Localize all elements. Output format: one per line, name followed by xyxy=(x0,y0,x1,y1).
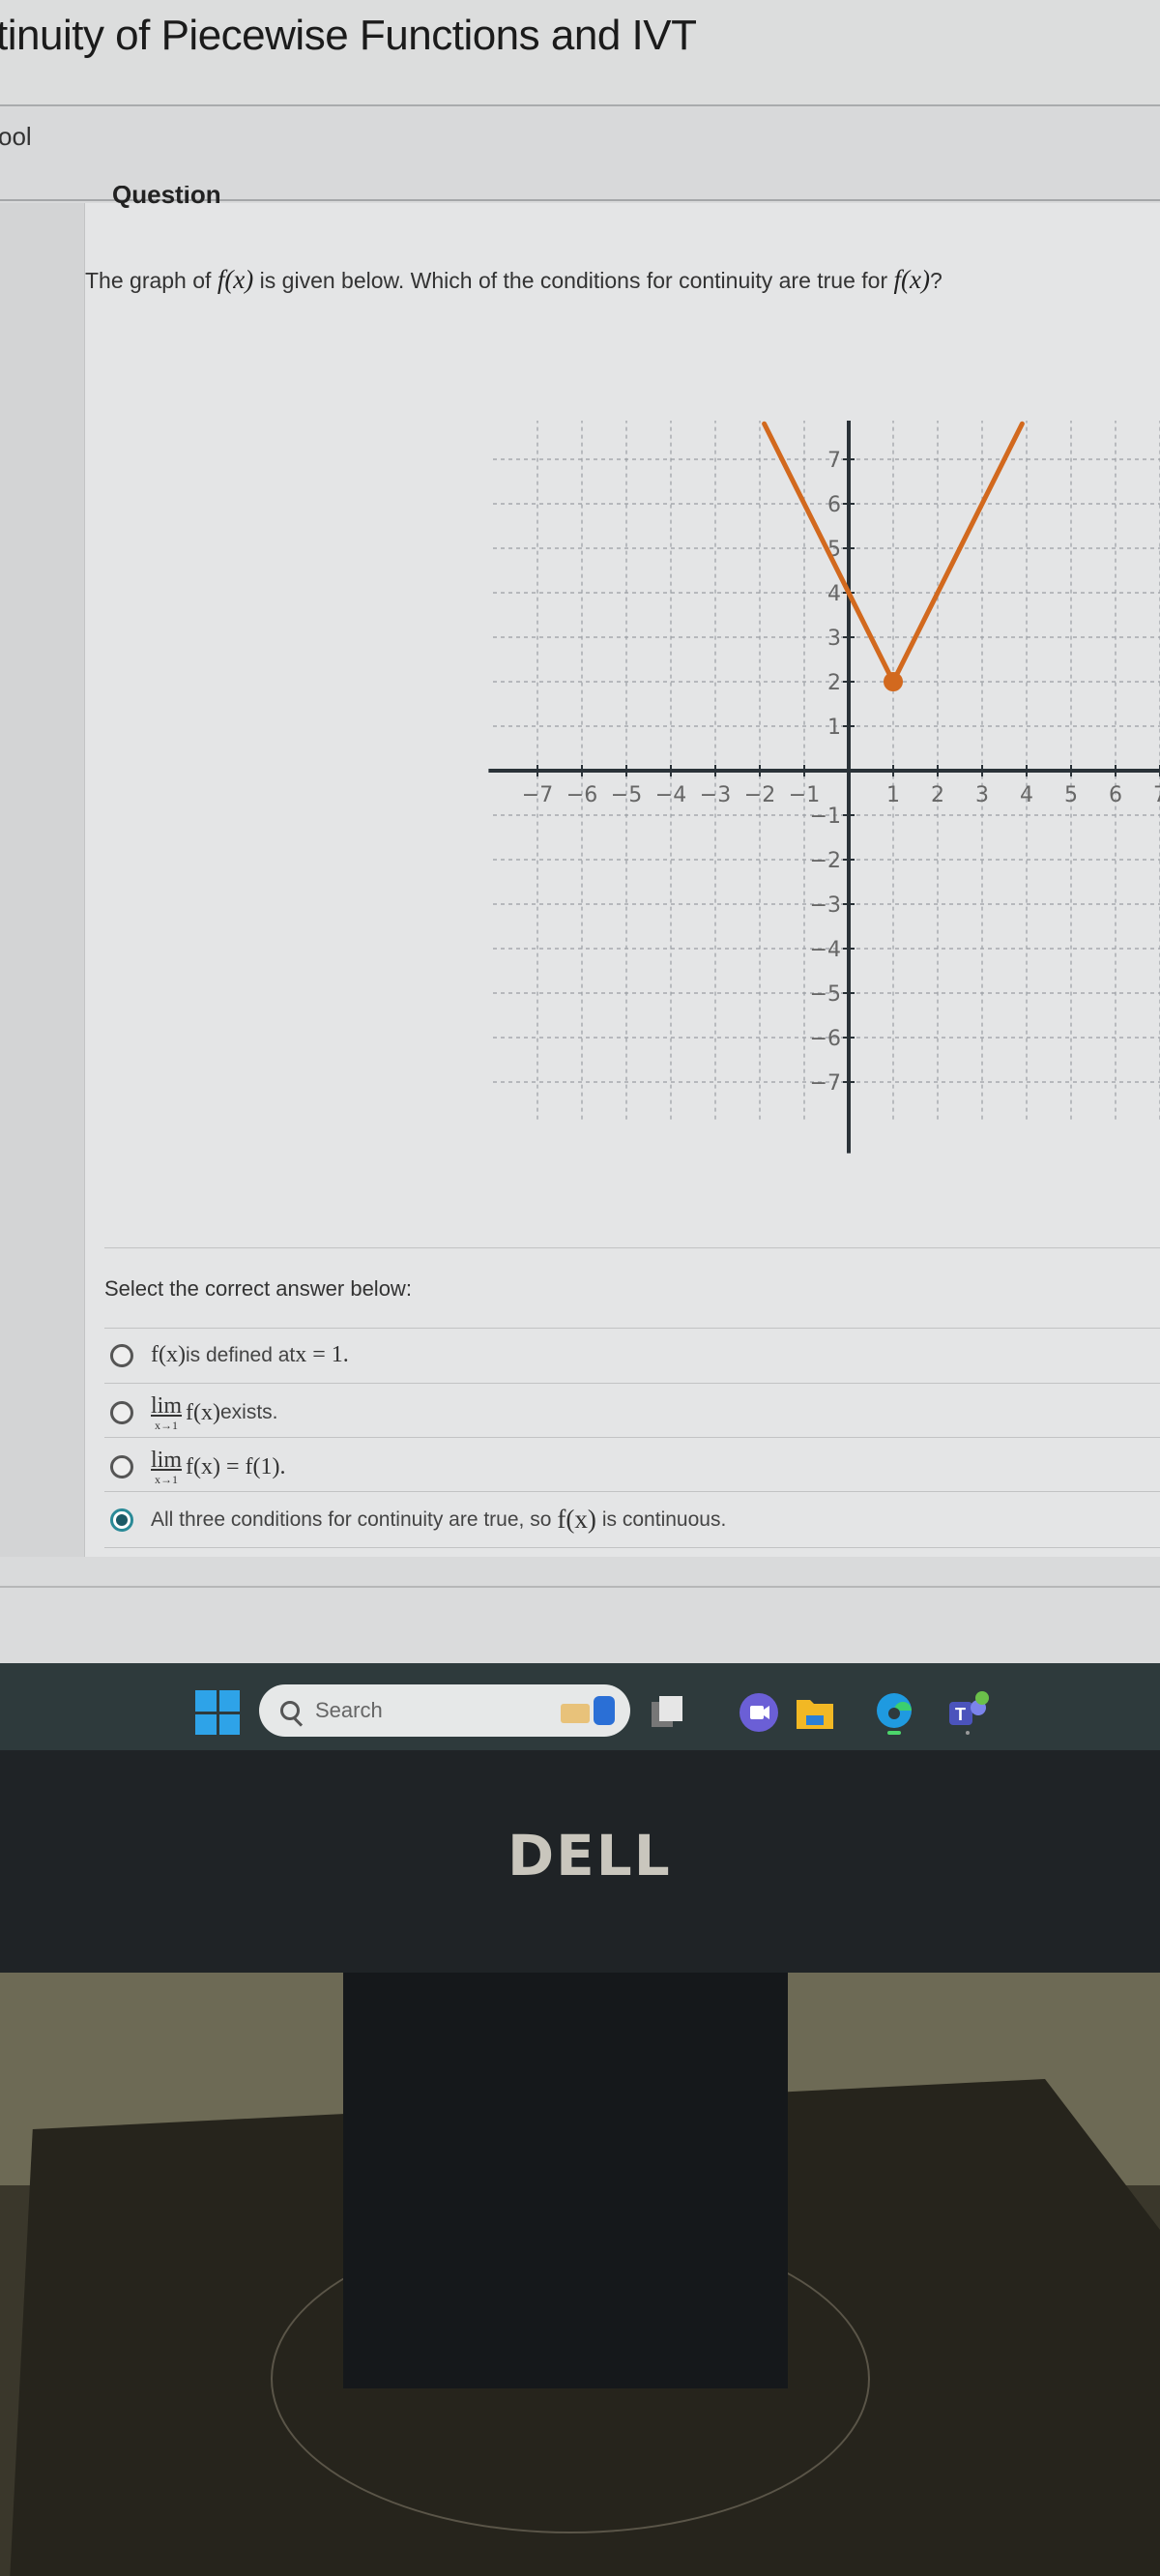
taskbar-search[interactable]: Search xyxy=(259,1684,630,1737)
function-graph: −7−6−5−4−3−2−11234567−7−6−5−4−3−2−112345… xyxy=(488,421,1160,1154)
x-tick-label: 6 xyxy=(1109,783,1122,807)
dell-logo: DELL xyxy=(508,1823,672,1888)
svg-text:T: T xyxy=(955,1705,966,1724)
monitor-bezel: DELL xyxy=(0,1750,1160,1973)
edge-icon[interactable] xyxy=(872,1690,916,1735)
left-panel xyxy=(0,203,85,1557)
meet-icon[interactable] xyxy=(737,1690,781,1735)
page-footer xyxy=(0,1586,1160,1663)
y-tick-label: −5 xyxy=(810,982,841,1007)
answer-option-limit-equals[interactable]: lim x→1 f(x) = f(1). xyxy=(110,1449,286,1485)
teams-icon[interactable]: T xyxy=(945,1690,990,1735)
file-explorer-icon[interactable] xyxy=(793,1690,837,1735)
tool-label[interactable]: ool xyxy=(0,122,32,152)
question-card: Question The graph of f(x) is given belo… xyxy=(85,186,1160,1557)
x-tick-label: −7 xyxy=(522,783,553,807)
x-tick-label: 2 xyxy=(931,783,944,807)
x-tick-label: 4 xyxy=(1020,783,1033,807)
x-tick-label: −4 xyxy=(655,783,686,807)
y-tick-label: 4 xyxy=(827,582,841,606)
radio-button[interactable] xyxy=(110,1401,133,1424)
y-tick-label: −3 xyxy=(810,893,841,918)
answer-option-defined[interactable]: f(x) is defined at x = 1. xyxy=(110,1342,349,1368)
answer-option-all-true[interactable]: All three conditions for continuity are … xyxy=(110,1505,726,1535)
taskbar: Search T xyxy=(0,1663,1160,1750)
x-tick-label: −5 xyxy=(611,783,642,807)
limit-notation: lim x→1 xyxy=(151,1393,183,1432)
x-tick-label: 1 xyxy=(886,783,900,807)
search-highlight-icon xyxy=(561,1696,615,1725)
radio-button[interactable] xyxy=(110,1343,133,1367)
y-tick-label: 1 xyxy=(827,716,841,740)
page-title: tinuity of Piecewise Functions and IVT xyxy=(0,12,697,59)
x-tick-label: 7 xyxy=(1153,783,1160,807)
task-view-icon[interactable] xyxy=(646,1690,690,1735)
y-tick-label: −2 xyxy=(810,849,841,873)
y-tick-label: −7 xyxy=(810,1071,841,1096)
divider xyxy=(104,1383,1160,1384)
search-icon xyxy=(280,1701,300,1720)
y-tick-label: 6 xyxy=(827,493,841,517)
desk-background xyxy=(0,1973,1160,2576)
windows-start-icon[interactable] xyxy=(195,1690,240,1735)
title-bar: tinuity of Piecewise Functions and IVT xyxy=(0,0,1160,106)
y-tick-label: −1 xyxy=(810,805,841,829)
x-tick-label: −6 xyxy=(566,783,597,807)
monitor-stand xyxy=(343,1973,788,2388)
x-tick-label: −3 xyxy=(700,783,731,807)
radio-button-selected[interactable] xyxy=(110,1508,133,1532)
x-tick-label: 3 xyxy=(975,783,989,807)
select-answer-label: Select the correct answer below: xyxy=(104,1276,412,1301)
monitor-screen: tinuity of Piecewise Functions and IVT o… xyxy=(0,0,1160,1663)
y-tick-label: 3 xyxy=(827,627,841,651)
divider xyxy=(104,1547,1160,1548)
divider xyxy=(104,1247,1160,1248)
y-tick-label: −6 xyxy=(810,1027,841,1051)
question-heading: Question xyxy=(112,186,221,209)
radio-button[interactable] xyxy=(110,1455,133,1478)
limit-notation: lim x→1 xyxy=(151,1448,183,1486)
divider xyxy=(104,1328,1160,1329)
y-tick-label: 7 xyxy=(827,449,841,473)
function-line-right xyxy=(890,421,1025,685)
question-prompt: The graph of f(x) is given below. Which … xyxy=(85,265,942,294)
divider xyxy=(104,1491,1160,1492)
x-tick-label: 5 xyxy=(1064,783,1078,807)
filled-point xyxy=(884,672,903,691)
y-tick-label: 2 xyxy=(827,671,841,695)
y-tick-label: −4 xyxy=(810,938,841,962)
x-tick-label: −2 xyxy=(744,783,775,807)
divider xyxy=(104,1437,1160,1438)
answer-option-limit-exists[interactable]: lim x→1 f(x) exists. xyxy=(110,1394,278,1431)
